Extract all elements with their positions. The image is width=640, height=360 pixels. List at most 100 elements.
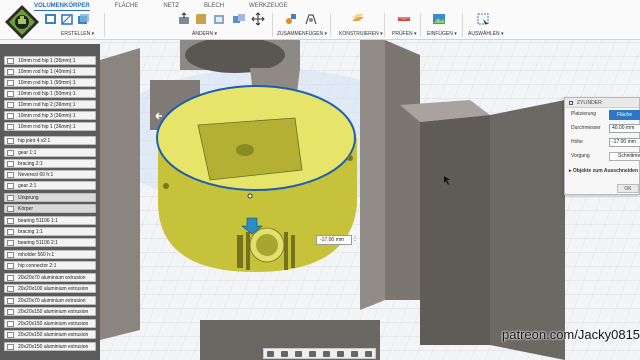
viewports-icon[interactable] [364, 350, 372, 357]
sketch-icon[interactable] [60, 12, 74, 26]
center-hole [236, 144, 254, 156]
divider [384, 13, 385, 37]
tab-tools[interactable]: WERKZEUGE [249, 2, 288, 11]
dimension-options-icon[interactable]: ⋮ [352, 236, 358, 244]
move-icon[interactable] [251, 12, 265, 26]
insert-menu[interactable]: EINFÜGEN ▾ [427, 31, 457, 37]
modify-menu[interactable]: ÄNDERN ▾ [192, 31, 217, 37]
component-icon [7, 229, 14, 235]
list-item[interactable]: 10mm rod hip 1 (50mm):1 [4, 89, 96, 98]
component-icon [7, 275, 14, 281]
list-item[interactable]: gear 2:1 [4, 181, 96, 190]
list-item[interactable]: 10mm rod hip 1 (40mm):1 [4, 67, 96, 76]
list-item[interactable]: 20x20x150 aluminium extrusion [4, 307, 96, 316]
new-joint-icon[interactable] [284, 12, 298, 26]
inspect-menu[interactable]: PRÜFEN ▾ [392, 31, 416, 37]
extrude-icon[interactable] [76, 12, 90, 26]
list-item[interactable]: 10mm rod hip 1 (35mm):1 [4, 56, 96, 65]
list-item[interactable]: 20x20x150 aluminium extrusion [4, 319, 96, 328]
ok-button[interactable]: OK [617, 184, 639, 193]
component-icon [7, 113, 14, 119]
list-item[interactable]: 20x20x70 aluminium extrusion [4, 296, 96, 305]
fit-icon[interactable] [322, 350, 330, 357]
assemble-menu[interactable]: ZUSAMMENFÜGEN ▾ [277, 31, 327, 37]
placement-row: Platzierung Fläche [565, 108, 640, 122]
as-built-joint-icon[interactable] [304, 12, 318, 26]
objects-to-cut-section[interactable]: ▸ Objekte zum Ausschneiden [569, 168, 638, 174]
look-at-icon[interactable] [281, 350, 289, 357]
list-item[interactable]: 20x20x100 aluminium extrusion [4, 284, 96, 293]
component-icon [7, 321, 14, 327]
tab-sheet-metal[interactable]: BLECH [204, 2, 224, 11]
offset-plane-icon[interactable] [351, 12, 365, 26]
list-item[interactable]: bearing 51106 2:1 [4, 238, 96, 247]
workspace-tabs: VOLUMENKÖRPER FLÄCHE NETZ BLECH WERKZEUG… [34, 2, 313, 11]
center-point [247, 193, 253, 199]
model-canvas[interactable] [100, 40, 640, 360]
list-item[interactable]: hip connector 2:1 [4, 261, 96, 270]
list-item[interactable]: mholder 560 h:1 [4, 250, 96, 259]
component-icon [7, 172, 14, 178]
list-item[interactable]: 10mm rod hip 3 (36mm):1 [4, 111, 96, 120]
grid-settings-icon[interactable] [350, 350, 358, 357]
height-input[interactable]: -17.00 mm [609, 138, 640, 147]
list-item[interactable]: 20x20x70 aluminium extrusion [4, 273, 96, 282]
orbit-icon[interactable] [267, 350, 275, 357]
operation-row: Vorgang Schnittmenge [565, 150, 640, 164]
list-item[interactable]: bearing 51106 1:1 [4, 216, 96, 225]
list-item[interactable]: bracing 1:1 [4, 227, 96, 236]
height-label: Höhe [571, 139, 583, 145]
dialog-header[interactable]: ZYLINDER [565, 98, 639, 108]
list-item[interactable]: bracing 2:1 [4, 159, 96, 168]
component-icon [7, 298, 14, 304]
tab-solid[interactable]: VOLUMENKÖRPER [34, 2, 90, 11]
construct-menu[interactable]: KONSTRUIEREN ▾ [339, 31, 383, 37]
component-icon [7, 240, 14, 246]
list-item[interactable]: Neverest 60 h:1 [4, 170, 96, 179]
small-hole-right [347, 155, 353, 161]
component-icon [7, 252, 14, 258]
list-item[interactable]: hip joint 4 v2:1 [4, 136, 96, 145]
create-menu[interactable]: ERSTELLEN ▾ [61, 31, 94, 37]
component-icon [7, 344, 14, 350]
measure-icon[interactable] [397, 12, 411, 26]
list-item[interactable]: Körper [4, 204, 96, 213]
list-item[interactable]: 10mm rod hip 2 (36mm):1 [4, 100, 96, 109]
side-bore-inner [256, 234, 278, 256]
select-icon[interactable] [476, 12, 490, 26]
fillet-icon[interactable] [194, 12, 208, 26]
component-icon [7, 218, 14, 224]
shell-icon[interactable] [212, 12, 226, 26]
combine-icon[interactable] [232, 12, 246, 26]
pan-icon[interactable] [295, 350, 303, 357]
component-icon [7, 161, 14, 167]
divider [330, 13, 331, 37]
placement-select-button[interactable]: Fläche [609, 110, 640, 120]
placement-label: Platzierung [571, 111, 597, 117]
patreon-watermark: patreon.com/Jacky0815 [502, 327, 640, 342]
operation-select[interactable]: Schnittmenge [609, 152, 640, 161]
select-menu[interactable]: AUSWÄHLEN ▾ [468, 31, 504, 37]
extrusion-post-a-side [385, 40, 420, 300]
list-item[interactable]: Ursprung [4, 193, 96, 202]
list-item[interactable]: gear 1:1 [4, 148, 96, 157]
list-item[interactable]: 10mm rod hip 1 (36mm):1 [4, 122, 96, 131]
collapse-icon[interactable] [569, 101, 573, 105]
placement-value: Fläche [617, 112, 633, 118]
diameter-input[interactable]: 40.00 mm [609, 124, 640, 133]
press-pull-icon[interactable] [177, 12, 191, 26]
component-icon [7, 263, 14, 269]
3d-viewport[interactable] [100, 40, 640, 360]
zoom-icon[interactable] [309, 350, 317, 357]
left-extrusion [100, 48, 140, 340]
insert-image-icon[interactable] [432, 12, 446, 26]
display-settings-icon[interactable] [336, 350, 344, 357]
list-item[interactable]: 10mm rod hip 1 (90mm):1 [4, 78, 96, 87]
height-dimension-input[interactable]: -17.00 mm [316, 235, 352, 245]
list-item[interactable]: 20x20x150 aluminium extrusion [4, 330, 96, 339]
tab-mesh[interactable]: NETZ [163, 2, 179, 11]
new-component-icon[interactable] [44, 12, 58, 26]
tab-surface[interactable]: FLÄCHE [115, 2, 139, 11]
list-item[interactable]: 20x20x150 aluminium extrusion [4, 342, 96, 351]
extrusion-post-b [420, 115, 490, 345]
